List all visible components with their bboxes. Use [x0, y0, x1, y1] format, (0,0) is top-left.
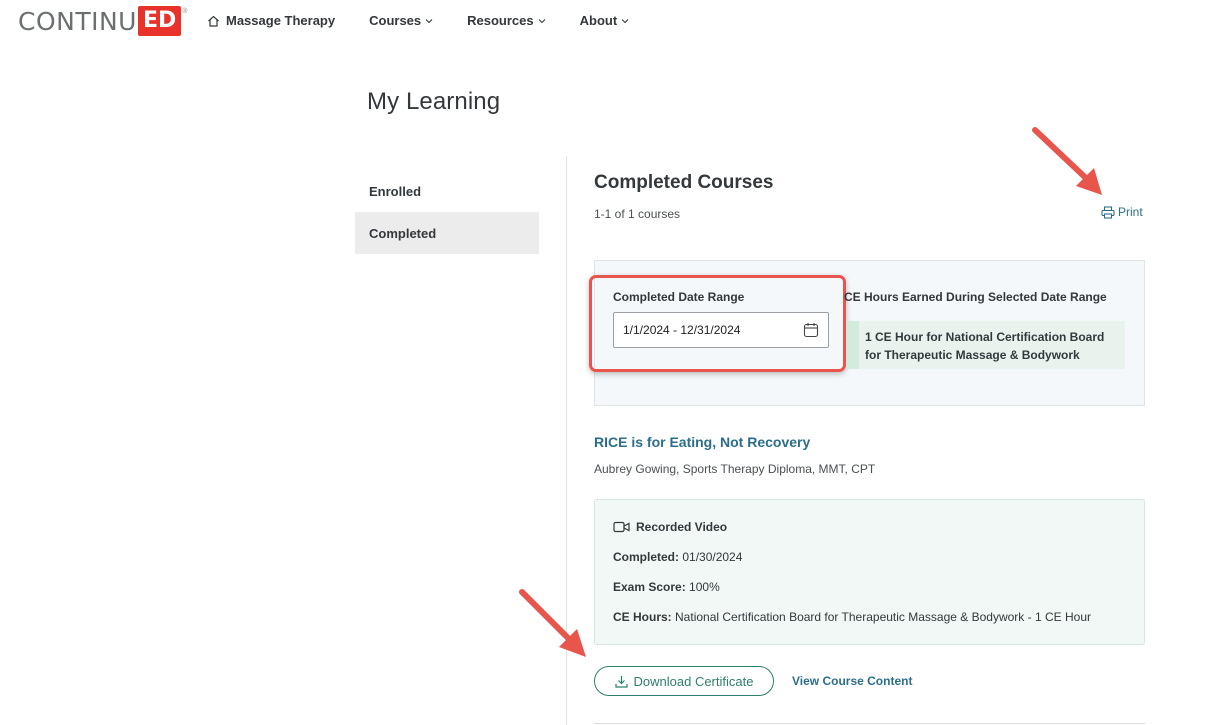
completed-date-label: Completed:: [613, 550, 679, 564]
ce-hours-label: CE Hours:: [613, 610, 672, 624]
ce-hours-value: National Certification Board for Therape…: [675, 610, 1091, 624]
print-button[interactable]: Print: [1101, 205, 1143, 219]
logo-box: ED: [137, 6, 182, 36]
annotation-arrow-download: [519, 589, 586, 657]
ce-hours-row: CE Hours: National Certification Board f…: [613, 610, 1091, 624]
download-icon: [614, 675, 628, 688]
continued-logo[interactable]: CONTINU ED ®: [18, 4, 187, 38]
chevron-down-icon: [425, 18, 433, 23]
exam-score-row: Exam Score: 100%: [613, 580, 720, 594]
download-certificate-button[interactable]: Download Certificate: [594, 666, 774, 696]
logo-registered-mark: ®: [182, 8, 188, 15]
highlight-annotation-box: [589, 275, 846, 372]
sidebar-item-enrolled[interactable]: Enrolled: [355, 170, 539, 212]
nav-resources[interactable]: Resources: [467, 13, 546, 28]
sidebar-item-completed[interactable]: Completed: [355, 212, 539, 254]
ce-hours-earned-box: 1 CE Hour for National Certification Boa…: [846, 321, 1125, 369]
section-title: Completed Courses: [594, 172, 774, 193]
course-author: Aubrey Gowing, Sports Therapy Diploma, M…: [594, 462, 876, 476]
annotation-arrow-print: [1032, 127, 1102, 195]
course-title-link[interactable]: RICE is for Eating, Not Recovery: [594, 434, 810, 450]
page-title: My Learning: [367, 88, 501, 115]
nav-courses[interactable]: Courses: [369, 13, 433, 28]
chevron-down-icon: [538, 18, 546, 23]
print-label: Print: [1118, 205, 1143, 219]
nav-about[interactable]: About: [580, 13, 630, 28]
main-nav: Massage Therapy Courses Resources About: [203, 13, 663, 28]
ce-hours-earned-line-1: 1 CE Hour for National Certification Boa…: [865, 330, 1105, 344]
results-count: 1-1 of 1 courses: [594, 207, 681, 221]
view-course-content-link[interactable]: View Course Content: [792, 674, 912, 688]
video-camera-icon: [613, 521, 630, 533]
completed-date-value: 01/30/2024: [682, 550, 743, 564]
completed-date-row: Completed: 01/30/2024: [613, 550, 742, 564]
logo-text: CONTINU: [18, 6, 137, 36]
home-icon: [208, 15, 219, 27]
nav-resources-label: Resources: [467, 13, 534, 28]
chevron-down-icon: [621, 18, 629, 23]
nav-massage-therapy[interactable]: Massage Therapy: [203, 13, 335, 28]
printer-icon: [1101, 205, 1115, 219]
nav-courses-label: Courses: [369, 13, 422, 28]
bottom-divider: [594, 723, 1145, 724]
exam-score-label: Exam Score:: [613, 580, 686, 594]
ce-hours-earned-line-2: for Therapeutic Massage & Bodywork: [865, 348, 1080, 362]
course-format-label: Recorded Video: [636, 520, 728, 534]
nav-about-label: About: [579, 13, 618, 28]
course-format: Recorded Video: [613, 520, 727, 534]
ce-hours-earned-label: CE Hours Earned During Selected Date Ran…: [844, 290, 1107, 304]
exam-score-value: 100%: [689, 580, 720, 594]
nav-massage-therapy-label: Massage Therapy: [226, 13, 336, 28]
download-certificate-label: Download Certificate: [633, 673, 754, 689]
